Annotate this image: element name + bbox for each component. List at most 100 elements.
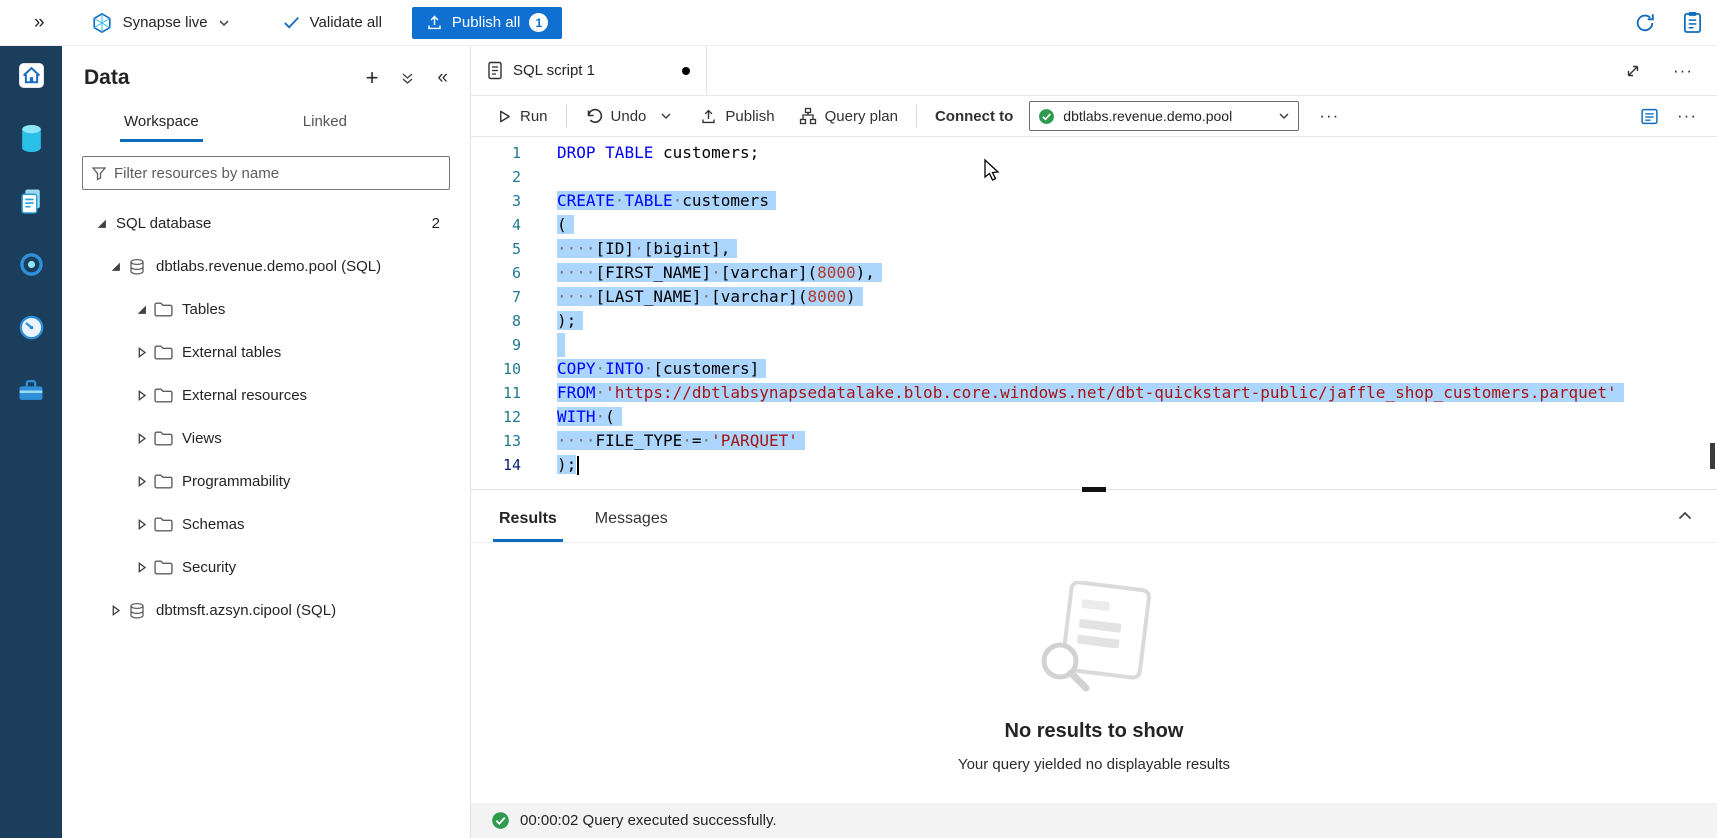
collapsed-triangle-icon[interactable] (132, 347, 150, 358)
validate-label: Validate all (310, 14, 382, 31)
editor-toolbar: Run Undo Publish Query plan Connect to (471, 96, 1717, 137)
tree-item-label: External resources (182, 387, 307, 404)
run-button[interactable]: Run (491, 104, 554, 129)
tree-item[interactable]: External resources (62, 374, 470, 417)
text-caret (577, 456, 579, 475)
tree-item-label: Schemas (182, 516, 245, 533)
validate-all-button[interactable]: Validate all (282, 13, 382, 32)
tree-item-label: dbtlabs.revenue.demo.pool (SQL) (156, 258, 381, 275)
line-number: 12 (471, 405, 521, 429)
connect-to-label: Connect to (935, 108, 1013, 125)
collapsed-triangle-icon[interactable] (132, 390, 150, 401)
data-panel-tabs: Workspace Linked (62, 100, 470, 142)
tree-item[interactable]: Views (62, 417, 470, 460)
collapse-all-button[interactable] (400, 71, 415, 86)
code-line: 3CREATE·TABLE·customers (471, 189, 1717, 213)
rail-item-manage[interactable] (11, 370, 51, 410)
nav-rail (0, 46, 62, 838)
code-line: 10COPY·INTO·[customers] (471, 357, 1717, 381)
rail-item-develop[interactable] (11, 181, 51, 221)
collapse-panel-button[interactable]: « (437, 67, 448, 89)
collapsed-triangle-icon[interactable] (132, 519, 150, 530)
collapsed-triangle-icon[interactable] (132, 433, 150, 444)
dirty-indicator (682, 67, 690, 75)
collapsed-triangle-icon[interactable] (132, 562, 150, 573)
refresh-button[interactable] (1634, 12, 1656, 34)
tab-linked[interactable]: Linked (299, 113, 351, 142)
pool-icon (124, 602, 150, 620)
publish-button[interactable]: Publish (694, 104, 780, 129)
panel-expand-icon[interactable]: » (34, 12, 45, 34)
collapse-results-button[interactable] (1677, 509, 1693, 523)
publish-all-label: Publish all (452, 14, 520, 31)
tree-item[interactable]: External tables (62, 331, 470, 374)
expanded-triangle-icon[interactable] (92, 218, 110, 229)
code-line: 14); (471, 453, 1717, 477)
tree-item-label: SQL database (116, 215, 211, 232)
data-panel-title: Data (84, 66, 130, 90)
code-line: 11FROM·'https://dbtlabsynapsedatalake.bl… (471, 381, 1717, 405)
tree-item-label: External tables (182, 344, 281, 361)
tab-workspace[interactable]: Workspace (120, 113, 203, 142)
splitter-handle[interactable] (1082, 487, 1106, 492)
undo-dropdown-button[interactable] (652, 110, 680, 122)
properties-button[interactable] (1640, 107, 1659, 126)
filter-input[interactable] (114, 165, 441, 182)
query-plan-button[interactable]: Query plan (793, 103, 904, 129)
rail-item-monitor[interactable] (11, 307, 51, 347)
tab-messages[interactable]: Messages (589, 510, 674, 542)
filter-box (82, 156, 450, 190)
code-line: 6····[FIRST_NAME]·[varchar](8000), (471, 261, 1717, 285)
tree-item[interactable]: Tables (62, 288, 470, 331)
tree-item[interactable]: dbtlabs.revenue.demo.pool (SQL) (62, 245, 470, 288)
code-line: 8); (471, 309, 1717, 333)
mode-switcher[interactable]: Synapse live (123, 14, 230, 31)
pool-name: dbtlabs.revenue.demo.pool (1063, 108, 1270, 124)
tab-more-button[interactable]: ··· (1667, 59, 1699, 83)
main-row: Data + « Workspace Linked SQL database2d… (0, 46, 1717, 838)
pool-selector[interactable]: dbtlabs.revenue.demo.pool (1029, 101, 1299, 131)
tree-item[interactable]: Security (62, 546, 470, 589)
empty-state-subtitle: Your query yielded no displayable result… (958, 756, 1230, 773)
code-line: 5····[ID]·[bigint], (471, 237, 1717, 261)
synapse-logo-icon (91, 12, 113, 34)
line-number: 2 (471, 165, 521, 189)
expanded-triangle-icon[interactable] (132, 304, 150, 315)
rail-item-home[interactable] (11, 55, 51, 95)
filter-icon (91, 165, 107, 181)
code-line: 9 (471, 333, 1717, 357)
collapsed-triangle-icon[interactable] (132, 476, 150, 487)
validate-icon (282, 13, 301, 32)
empty-state-illustration (1004, 581, 1184, 706)
publish-all-button[interactable]: Publish all 1 (412, 7, 562, 39)
code-editor[interactable]: 1DROP TABLE customers;23CREATE·TABLE·cus… (471, 137, 1717, 489)
pool-status-icon (1038, 108, 1055, 125)
results-tab-row: Results Messages (471, 495, 1717, 543)
maximize-button[interactable] (1625, 63, 1641, 79)
line-number: 4 (471, 213, 521, 237)
code-line: 13····FILE_TYPE·=·'PARQUET' (471, 429, 1717, 453)
rail-item-data[interactable] (11, 118, 51, 158)
undo-button[interactable]: Undo (579, 104, 653, 129)
code-line: 12WITH·( (471, 405, 1717, 429)
tab-results[interactable]: Results (493, 510, 563, 542)
toolbar-right-more-button[interactable]: ··· (1671, 104, 1703, 128)
editor-scrollbar-thumb[interactable] (1710, 443, 1715, 469)
toolbar-more-button[interactable]: ··· (1313, 104, 1345, 128)
editor-tab-sql-script[interactable]: SQL script 1 (471, 46, 707, 95)
monitor-icon (18, 314, 45, 341)
editor-tab-row: SQL script 1 ··· (471, 46, 1717, 96)
expanded-triangle-icon[interactable] (106, 261, 124, 272)
tree-item[interactable]: dbtmsft.azsyn.cipool (SQL) (62, 589, 470, 632)
rail-item-integrate[interactable] (11, 244, 51, 284)
tree-item[interactable]: SQL database2 (62, 202, 470, 245)
tree-item[interactable]: Schemas (62, 503, 470, 546)
code-line: 2 (471, 165, 1717, 189)
tree-item[interactable]: Programmability (62, 460, 470, 503)
code-line: 1DROP TABLE customers; (471, 141, 1717, 165)
code-line: 4( (471, 213, 1717, 237)
status-success-icon (491, 811, 510, 830)
collapsed-triangle-icon[interactable] (106, 605, 124, 616)
add-resource-button[interactable]: + (366, 67, 379, 89)
task-list-button[interactable] (1682, 11, 1703, 34)
